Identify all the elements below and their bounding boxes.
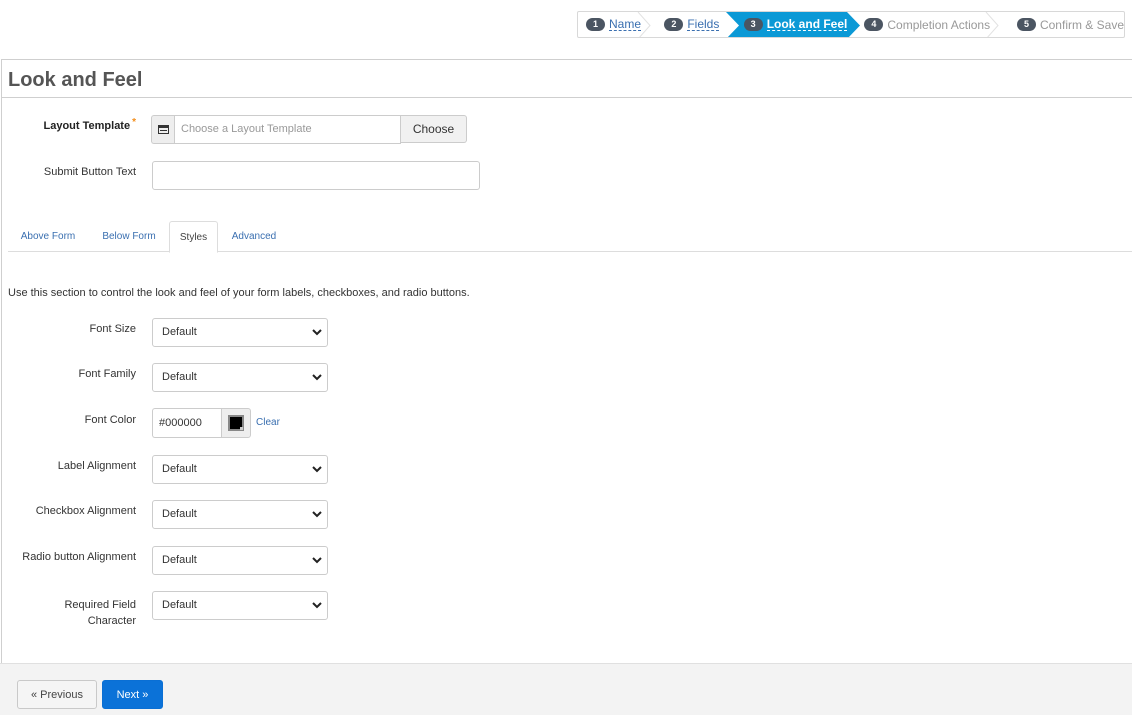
layout-template-label-text: Layout Template bbox=[43, 120, 131, 132]
radio-alignment-value: Default bbox=[162, 554, 197, 566]
layout-template-field: Choose a Layout Template Choose bbox=[151, 115, 467, 144]
font-size-value: Default bbox=[162, 326, 197, 338]
previous-button[interactable]: « Previous bbox=[17, 680, 97, 709]
tab-styles[interactable]: Styles bbox=[169, 221, 218, 253]
color-swatch-icon bbox=[228, 415, 244, 431]
submit-button-text-input[interactable] bbox=[152, 161, 480, 190]
step-number: 4 bbox=[864, 18, 884, 31]
choose-template-button[interactable]: Choose bbox=[401, 115, 467, 143]
template-icon bbox=[151, 115, 174, 144]
font-family-select[interactable]: Default bbox=[152, 363, 328, 392]
chevron-down-icon bbox=[312, 557, 322, 564]
next-button[interactable]: Next » bbox=[102, 680, 163, 709]
font-color-label: Font Color bbox=[84, 414, 136, 426]
tab-bar: Above Form Below Form Styles Advanced bbox=[8, 221, 1132, 253]
required-marker: * bbox=[132, 117, 136, 128]
chevron-down-icon bbox=[312, 466, 322, 473]
step-label[interactable]: Fields bbox=[687, 18, 720, 31]
font-color-field: #000000 bbox=[152, 408, 251, 438]
wizard-step-fields[interactable]: 2 Fields bbox=[649, 12, 725, 37]
radio-alignment-select[interactable]: Default bbox=[152, 546, 328, 575]
tab-advanced[interactable]: Advanced bbox=[218, 221, 290, 252]
step-label: Confirm & Save bbox=[1039, 17, 1124, 32]
font-family-value: Default bbox=[162, 371, 197, 383]
checkbox-alignment-select[interactable]: Default bbox=[152, 500, 328, 529]
step-arrow-icon bbox=[847, 12, 861, 37]
styles-intro-text: Use this section to control the look and… bbox=[8, 287, 470, 299]
required-character-label-line2: Character bbox=[87, 615, 136, 627]
tab-below-form[interactable]: Below Form bbox=[88, 221, 170, 252]
font-family-label: Font Family bbox=[78, 368, 136, 380]
step-number: 1 bbox=[586, 18, 605, 31]
wizard-footer: « Previous Next » bbox=[0, 663, 1132, 715]
step-label[interactable]: Name bbox=[609, 18, 642, 31]
required-character-value: Default bbox=[162, 599, 197, 611]
required-character-select[interactable]: Default bbox=[152, 591, 328, 620]
step-number: 2 bbox=[664, 18, 684, 31]
wizard-steps: 1 Name 2 Fields 3 Look and Feel 4 Comple… bbox=[577, 11, 1125, 38]
wizard-step-completion-actions[interactable]: 4 Completion Actions bbox=[847, 12, 999, 37]
wizard-step-look-and-feel[interactable]: 3 Look and Feel bbox=[725, 12, 861, 37]
wizard-step-name[interactable]: 1 Name bbox=[578, 12, 651, 37]
checkbox-alignment-label: Checkbox Alignment bbox=[35, 505, 136, 517]
chevron-down-icon bbox=[312, 329, 322, 336]
submit-button-text-label: Submit Button Text bbox=[43, 166, 136, 178]
chevron-down-icon bbox=[312, 511, 322, 518]
look-and-feel-panel: Look and Feel Layout Template * Choose a … bbox=[1, 59, 1132, 663]
step-label[interactable]: Look and Feel bbox=[766, 18, 848, 31]
label-alignment-value: Default bbox=[162, 463, 197, 475]
color-picker-button[interactable] bbox=[221, 408, 251, 438]
chevron-down-icon bbox=[312, 602, 322, 609]
step-notch-icon bbox=[725, 12, 739, 37]
required-character-label: Required Field Character bbox=[8, 597, 136, 629]
step-label: Completion Actions bbox=[887, 17, 991, 32]
page-title: Look and Feel bbox=[8, 69, 143, 91]
radio-alignment-label: Radio button Alignment bbox=[22, 551, 136, 563]
label-alignment-select[interactable]: Default bbox=[152, 455, 328, 484]
checkbox-alignment-value: Default bbox=[162, 508, 197, 520]
tab-above-form[interactable]: Above Form bbox=[8, 221, 88, 252]
label-alignment-label: Label Alignment bbox=[57, 460, 136, 472]
step-number: 5 bbox=[1016, 18, 1036, 31]
clear-color-link[interactable]: Clear bbox=[256, 417, 280, 428]
font-size-select[interactable]: Default bbox=[152, 318, 328, 347]
title-divider bbox=[2, 97, 1132, 98]
font-color-input[interactable]: #000000 bbox=[152, 408, 221, 438]
step-number: 3 bbox=[743, 18, 763, 31]
layout-template-label: Layout Template * bbox=[8, 117, 137, 132]
chevron-down-icon bbox=[312, 374, 322, 381]
wizard-step-confirm-save[interactable]: 5 Confirm & Save bbox=[997, 12, 1124, 37]
required-character-label-line1: Required Field bbox=[64, 599, 136, 611]
font-size-label: Font Size bbox=[89, 323, 136, 335]
layout-template-input[interactable]: Choose a Layout Template bbox=[174, 115, 401, 144]
